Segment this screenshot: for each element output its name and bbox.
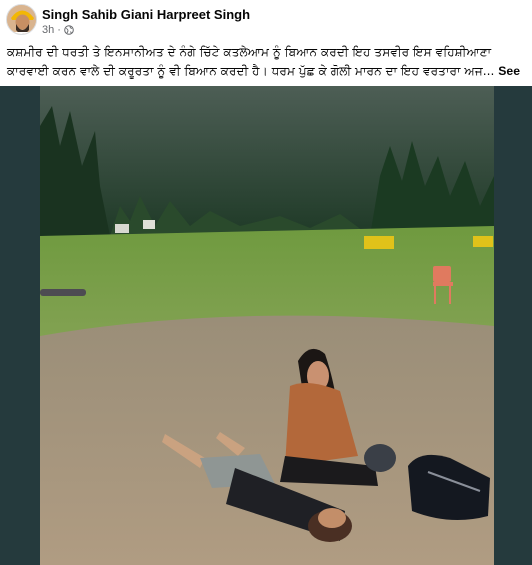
author-name[interactable]: Singh Sahib Giani Harpreet Singh	[42, 7, 250, 22]
post-photo[interactable]	[40, 86, 494, 565]
globe-icon[interactable]	[64, 25, 74, 35]
post-time[interactable]: 3h	[42, 24, 54, 36]
meta-separator: ·	[57, 24, 61, 36]
post-header: Singh Sahib Giani Harpreet Singh 3h ·	[0, 0, 532, 40]
post-media[interactable]	[0, 86, 532, 565]
facebook-post: Singh Sahib Giani Harpreet Singh 3h · ਕਸ…	[0, 0, 532, 565]
author-avatar[interactable]	[6, 4, 37, 35]
caption-text: ਕਸ਼ਮੀਰ ਦੀ ਧਰਤੀ ਤੇ ਇਨਸਾਨੀਅਤ ਦੇ ਨੰਗੇ ਚਿੱਟੇ…	[7, 45, 495, 78]
post-meta: 3h ·	[42, 24, 74, 36]
avatar-image	[7, 5, 36, 34]
